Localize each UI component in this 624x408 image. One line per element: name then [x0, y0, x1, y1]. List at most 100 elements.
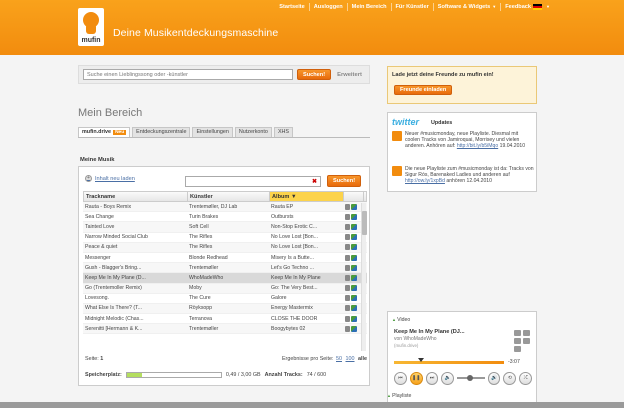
facebook-icon[interactable] [514, 346, 521, 352]
tab-einstellungen[interactable]: Einstellungen [192, 127, 233, 137]
album-cell: Keep Me In My Plane [271, 274, 321, 281]
playlist-toggle[interactable]: Playliste [387, 393, 411, 399]
tweet-link[interactable]: http://ow.ly/1xpBd [405, 178, 445, 184]
shuffle-icon[interactable]: ⤮ [519, 371, 533, 385]
trash-icon[interactable] [345, 315, 350, 322]
mascot-icon [83, 12, 99, 34]
progress-knob[interactable] [418, 358, 425, 362]
table-row[interactable]: What Else Is There? (T... Röyksopp Energy … [83, 303, 367, 315]
add-to-playlist-icon[interactable] [351, 264, 357, 271]
reload-content-label: Inhalt neu laden [95, 175, 135, 182]
table-row[interactable]: Midnight Melodic (Chas... Terranova CLOSE … [83, 314, 367, 325]
cart-icon[interactable] [514, 330, 521, 336]
table-row[interactable]: Lovesong. The Cure Galore [83, 294, 367, 304]
column-album[interactable]: Album ▼ [270, 192, 344, 201]
invite-box: Lade jetzt deine Freunde zu mufin ein! F… [387, 66, 537, 104]
table-row[interactable]: Tainted Love Soft Cell Non-Stop Erotic C..… [83, 222, 367, 233]
volume-slider[interactable] [457, 375, 485, 381]
column-kuenstler[interactable]: Künstler [188, 192, 270, 201]
table-row[interactable]: Peace & quiet The Rifles No Love Lost [Bon… [83, 242, 367, 253]
tweet-tail: anhören [446, 178, 466, 185]
add-to-playlist-icon[interactable] [351, 234, 357, 241]
tweet-link[interactable]: http://bit.ly/b5iMqo [457, 143, 498, 149]
clear-icon[interactable]: ✖ [312, 178, 317, 185]
table-row[interactable]: Narrow Minded Social Club The Rifles No Lo… [83, 233, 367, 243]
previous-icon[interactable]: ⏮ [394, 371, 407, 385]
tab-entdeckungszentrale[interactable]: Entdeckungszentrale [132, 127, 191, 137]
trash-icon[interactable] [345, 213, 350, 220]
tab-mufin-drive[interactable]: mufin.drive Neu [78, 127, 131, 137]
pause-button[interactable]: ❚❚ [409, 371, 423, 385]
next-icon[interactable]: ⏭ [425, 371, 439, 385]
per-page-50[interactable]: 50 [336, 356, 342, 362]
add-to-playlist-icon[interactable] [351, 274, 357, 281]
table-row[interactable]: Messenger Blonde Redhead Misery Is a Butte… [83, 253, 367, 264]
reload-content-link[interactable]: + Inhalt neu laden [85, 175, 135, 182]
trash-icon[interactable] [345, 305, 350, 312]
scrollbar-thumb[interactable] [362, 211, 367, 235]
trash-icon[interactable] [345, 264, 350, 271]
trash-icon[interactable] [345, 223, 350, 230]
nav-software-widgets[interactable]: Software & Widgets ▼ [434, 2, 502, 11]
column-trackname[interactable]: Trackname [84, 192, 188, 201]
add-to-playlist-icon[interactable] [523, 330, 530, 336]
twitter-icon[interactable] [523, 338, 530, 344]
nav-fuer-kuenstler[interactable]: Für Künstler [392, 2, 434, 11]
add-to-playlist-icon[interactable] [351, 325, 357, 332]
table-row[interactable]: Rauta - Boys Remix Trentemøller, DJ Lab Ra… [83, 202, 367, 213]
volume-up-icon[interactable]: 🔊 [487, 371, 501, 385]
nav-ausloggen[interactable]: Ausloggen [310, 2, 348, 11]
music-search-button[interactable]: Suchen! [327, 175, 362, 187]
repeat-icon[interactable]: ⟲ [503, 371, 517, 385]
row-actions [343, 223, 363, 230]
row-actions [343, 213, 363, 220]
add-to-playlist-icon[interactable] [351, 203, 357, 210]
trash-icon[interactable] [345, 234, 350, 241]
table-row[interactable]: Keep Me In My Plane (D... WhoMadeWho Keep … [83, 273, 367, 284]
mute-icon[interactable]: 🔈 [441, 371, 455, 385]
search-button[interactable]: Suchen! [297, 69, 332, 80]
add-to-playlist-icon[interactable] [351, 254, 357, 261]
tab-xhs[interactable]: XHS [273, 127, 294, 137]
table-row[interactable]: Sea Change Turin Brakes Outbursts [83, 212, 367, 223]
filter-input[interactable]: ✖ [185, 176, 321, 187]
add-to-playlist-icon[interactable] [351, 285, 357, 292]
add-to-playlist-icon[interactable] [351, 315, 357, 322]
search-input[interactable] [83, 69, 293, 80]
email-icon[interactable] [514, 338, 521, 344]
invite-friends-button[interactable]: Freunde einladen [394, 85, 453, 95]
nav-feedback[interactable]: Feedback ▼ [501, 3, 554, 11]
trash-icon[interactable] [345, 325, 350, 332]
trash-icon[interactable] [345, 274, 350, 281]
per-page-100[interactable]: 100 [346, 356, 355, 362]
trash-icon[interactable] [345, 244, 350, 251]
nav-mein-bereich[interactable]: Mein Bereich [348, 2, 392, 11]
advanced-search-link[interactable]: Erweitert [337, 72, 362, 78]
table-scrollbar[interactable] [361, 203, 367, 351]
new-badge: Neu [113, 130, 127, 135]
page-number[interactable]: 1 [100, 356, 103, 362]
add-to-playlist-icon[interactable] [351, 244, 357, 251]
tweet-body: Die neue Playliste zum #musicmonday ist … [405, 166, 534, 185]
trash-icon[interactable] [345, 285, 350, 292]
add-to-playlist-icon[interactable] [351, 223, 357, 230]
tab-nutzerkonto[interactable]: Nutzerkonto [234, 127, 272, 137]
progress-bar[interactable] [394, 358, 504, 364]
mufin-avatar [392, 166, 402, 176]
video-toggle[interactable]: Video [392, 317, 410, 323]
table-row[interactable]: Serenitti [Hermann & K... Trentemøller Boo… [83, 324, 367, 335]
nav-startseite[interactable]: Startseite [275, 2, 310, 11]
artist-cell: Röyksopp [189, 305, 213, 312]
add-to-playlist-icon[interactable] [351, 213, 357, 220]
table-row[interactable]: Go (Trentemoller Remix) Moby Go: The Very … [83, 283, 367, 294]
column-album-label: Album [272, 194, 290, 200]
trash-icon[interactable] [345, 254, 350, 261]
trash-icon[interactable] [345, 295, 350, 302]
add-to-playlist-icon[interactable] [351, 305, 357, 312]
language-flag-icon[interactable] [533, 3, 543, 10]
per-page-all[interactable]: alle [358, 356, 367, 362]
table-row[interactable]: Gush - Blagger's Bring... Trentemøller Let… [83, 263, 367, 274]
trash-icon[interactable] [345, 203, 350, 210]
add-to-playlist-icon[interactable] [351, 295, 357, 302]
mufin-logo[interactable]: mufin [78, 8, 104, 46]
